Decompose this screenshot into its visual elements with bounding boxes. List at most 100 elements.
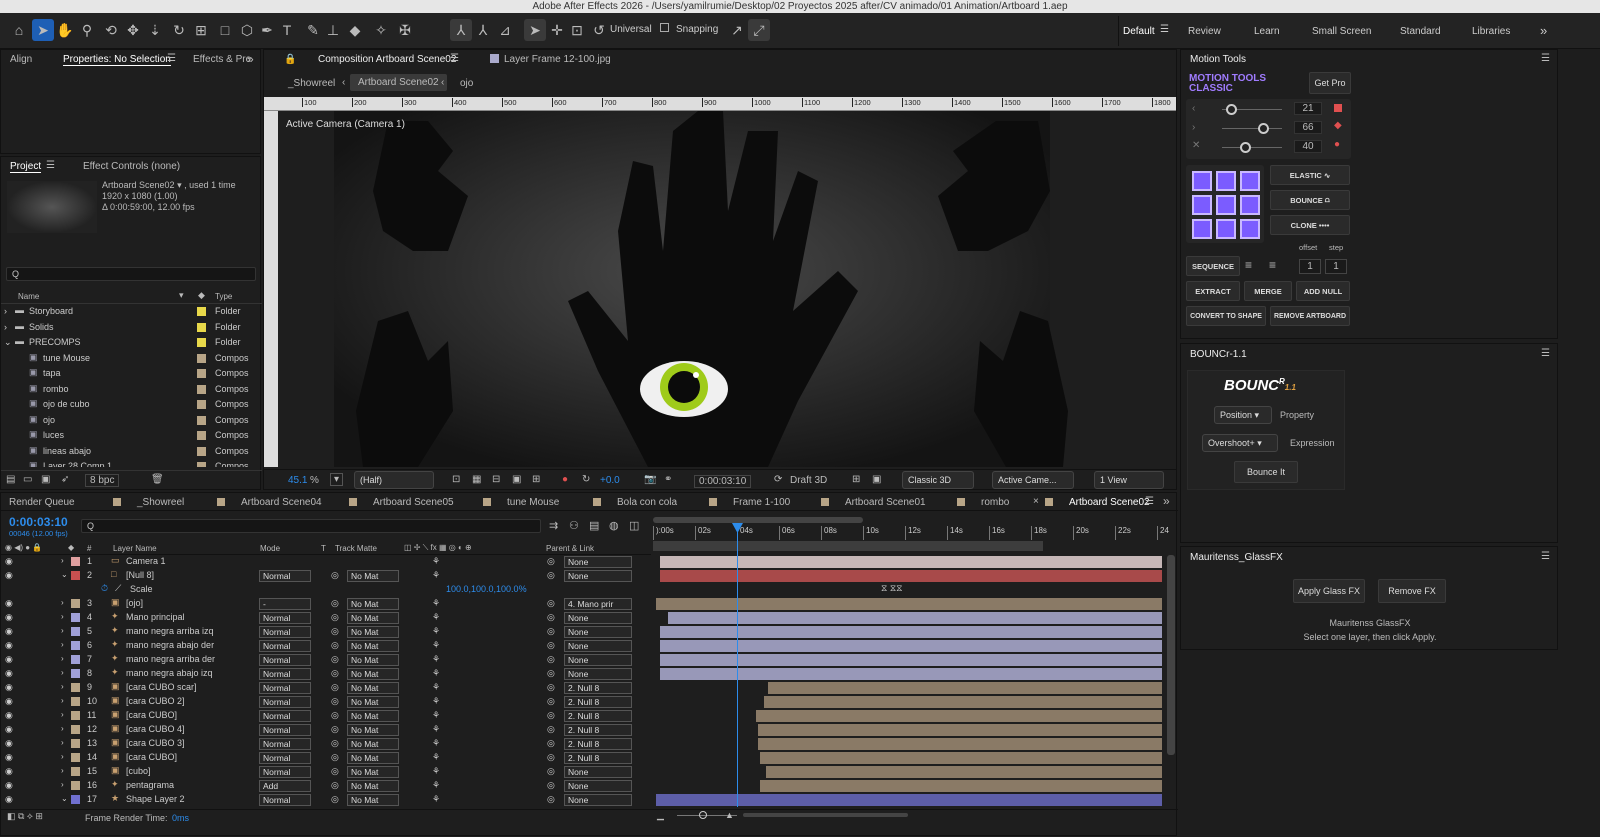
expand-arrow-icon[interactable]: › bbox=[61, 556, 64, 565]
pen-tool-icon[interactable]: ✒ bbox=[256, 19, 278, 41]
workspace-review[interactable]: Review bbox=[1188, 26, 1221, 37]
parent-select[interactable]: 2. Null 8 bbox=[564, 682, 632, 694]
roto-brush-icon[interactable]: ✧ bbox=[370, 19, 392, 41]
expand-arrow-icon[interactable]: ⌄ bbox=[4, 337, 12, 348]
anchor-point-8[interactable] bbox=[1240, 219, 1260, 239]
layer-duration-bar[interactable] bbox=[758, 724, 1162, 736]
clone-stamp-icon[interactable]: ⊥ bbox=[322, 19, 344, 41]
layer-matte-select[interactable]: No Mat bbox=[347, 780, 399, 792]
layer-duration-bar[interactable] bbox=[656, 794, 1162, 806]
motion-tools-menu-icon[interactable]: ☰ bbox=[1541, 53, 1550, 64]
3d-scale-icon[interactable]: ⊡ bbox=[566, 19, 588, 41]
expand-arrow-icon[interactable]: › bbox=[61, 640, 64, 649]
layer-name[interactable]: [cara CUBO] bbox=[126, 752, 177, 762]
layer-name[interactable]: mano negra abajo der bbox=[126, 640, 214, 650]
timeline-tab[interactable]: _Showreel bbox=[137, 497, 184, 508]
label-swatch[interactable] bbox=[197, 307, 206, 316]
tab-effect-controls[interactable]: Effect Controls (none) bbox=[83, 161, 180, 172]
layer-row[interactable]: ◉ › 7 ✦ mano negra arriba der Normal ◎ No Mat ⚘ ◎… bbox=[1, 653, 1162, 667]
brush-tool-icon[interactable]: ✎ bbox=[302, 19, 324, 41]
crumb-ojo[interactable]: ojo bbox=[460, 78, 473, 89]
workspace-libraries[interactable]: Libraries bbox=[1472, 26, 1510, 37]
layer-mode-select[interactable]: Normal bbox=[259, 612, 311, 624]
parent-pick-icon[interactable]: ◎ bbox=[547, 696, 555, 707]
label-col-icon[interactable]: ◆ bbox=[198, 290, 205, 301]
work-area-bar[interactable] bbox=[653, 541, 1043, 551]
close-tab-icon[interactable]: × bbox=[1033, 496, 1039, 507]
parent-pick-icon[interactable]: ◎ bbox=[547, 654, 555, 665]
zoom-slider-handle[interactable] bbox=[699, 811, 707, 819]
orbit-tool-icon[interactable]: ⟲ bbox=[100, 19, 122, 41]
guides-icon[interactable]: ▣ bbox=[512, 474, 521, 485]
visibility-icon[interactable]: ◉ bbox=[5, 766, 13, 777]
anchor-point-3[interactable] bbox=[1192, 195, 1212, 215]
bpc-button[interactable]: 8 bpc bbox=[85, 474, 120, 487]
expand-arrow-icon[interactable]: › bbox=[4, 306, 7, 316]
puppet-tool-icon[interactable]: ✠ bbox=[394, 19, 416, 41]
expand-arrow-icon[interactable]: › bbox=[4, 322, 7, 332]
layer-label-swatch[interactable] bbox=[71, 795, 80, 804]
expand-arrow-icon[interactable]: › bbox=[61, 752, 64, 761]
layer-row[interactable]: ◉ ⌄ 17 ★ Shape Layer 2 Normal ◎ No Mat ⚘ ◎ None bbox=[1, 793, 1162, 807]
timeline-tab[interactable]: Artboard Scene04 bbox=[241, 497, 322, 508]
expand-arrow-icon[interactable]: › bbox=[61, 724, 64, 733]
anchor-point-0[interactable] bbox=[1192, 171, 1212, 191]
zoom-dropdown-icon[interactable]: ▾ bbox=[330, 473, 344, 486]
shy-switch-icon[interactable]: ⚘ bbox=[432, 626, 440, 637]
workspace-standard[interactable]: Standard bbox=[1400, 26, 1441, 37]
keyframe-icon[interactable]: ⧖ ⧖⧖ bbox=[881, 583, 902, 594]
layer-matte-select[interactable]: No Mat bbox=[347, 598, 399, 610]
shy-switch-icon[interactable]: ⚘ bbox=[432, 556, 440, 567]
parent-select[interactable]: None bbox=[564, 570, 632, 582]
layer-matte-select[interactable]: No Mat bbox=[347, 612, 399, 624]
shy-switch-icon[interactable]: ⚘ bbox=[432, 710, 440, 721]
parent-pick-icon[interactable]: ◎ bbox=[547, 570, 555, 581]
sort-icon[interactable]: ▾ bbox=[179, 290, 184, 301]
layer-matte-select[interactable]: No Mat bbox=[347, 696, 399, 708]
layer-mode-select[interactable]: Normal bbox=[259, 738, 311, 750]
shy-switch-icon[interactable]: ⚘ bbox=[432, 612, 440, 623]
layer-label-swatch[interactable] bbox=[71, 655, 80, 664]
expand-arrow-icon[interactable]: › bbox=[61, 626, 64, 635]
visibility-icon[interactable]: ◉ bbox=[5, 556, 13, 567]
tab-align[interactable]: Align bbox=[10, 54, 32, 65]
overflow-icon[interactable]: » bbox=[1163, 494, 1170, 508]
parent-select[interactable]: None bbox=[564, 766, 632, 778]
shy-switch-icon[interactable]: ⚘ bbox=[432, 780, 440, 791]
layer-duration-bar[interactable] bbox=[668, 612, 1162, 624]
layer-mode-select[interactable]: Normal bbox=[259, 766, 311, 778]
parent-pick-icon[interactable]: ◎ bbox=[547, 640, 555, 651]
interpret-icon[interactable]: ▤ bbox=[6, 474, 15, 485]
layer-row[interactable]: ◉ › 8 ✦ mano negra abajo izq Normal ◎ No Mat ⚘ ◎ N… bbox=[1, 667, 1162, 681]
parent-pick-icon[interactable]: ◎ bbox=[547, 738, 555, 749]
layer-duration-bar[interactable] bbox=[756, 710, 1162, 722]
layer-mode-select[interactable]: Normal bbox=[259, 710, 311, 722]
viewer[interactable]: Active Camera (Camera 1) bbox=[278, 111, 1176, 467]
parent-select[interactable]: None bbox=[564, 612, 632, 624]
tab-project[interactable]: Project bbox=[10, 161, 42, 173]
layer-name[interactable]: pentagrama bbox=[126, 780, 174, 790]
resolution-select[interactable]: (Half) bbox=[354, 471, 434, 489]
layer-label-swatch[interactable] bbox=[71, 613, 80, 622]
expand-arrow-icon[interactable]: › bbox=[61, 710, 64, 719]
layer-matte-select[interactable]: No Mat bbox=[347, 682, 399, 694]
layer-mode-select[interactable]: Normal bbox=[259, 654, 311, 666]
workspace-learn[interactable]: Learn bbox=[1254, 26, 1280, 37]
add-null-button[interactable]: ADD NULL bbox=[1296, 281, 1350, 301]
layer-matte-select[interactable]: No Mat bbox=[347, 766, 399, 778]
layer-row[interactable]: ◉ › 15 ▣ [cubo] Normal ◎ No Mat ⚘ ◎ None bbox=[1, 765, 1162, 779]
expand-arrow-icon[interactable]: › bbox=[61, 696, 64, 705]
visibility-icon[interactable]: ◉ bbox=[5, 696, 13, 707]
expand-arrow-icon[interactable]: ⌄ bbox=[61, 794, 68, 803]
3d-select-icon[interactable]: ➤ bbox=[524, 19, 546, 41]
label-swatch[interactable] bbox=[197, 400, 206, 409]
layer-duration-bar[interactable] bbox=[758, 738, 1162, 750]
expand-arrow-icon[interactable]: › bbox=[61, 668, 64, 677]
remove-fx-button[interactable]: Remove FX bbox=[1378, 579, 1446, 603]
layer-label-swatch[interactable] bbox=[71, 697, 80, 706]
visibility-icon[interactable]: ◉ bbox=[5, 626, 13, 637]
layer-mode-select[interactable]: Normal bbox=[259, 794, 311, 806]
remove-artboard-button[interactable]: REMOVE ARTBOARD bbox=[1270, 306, 1350, 326]
graph-editor-icon[interactable]: ◫ bbox=[629, 519, 639, 532]
layer-name[interactable]: Shape Layer 2 bbox=[126, 794, 185, 804]
